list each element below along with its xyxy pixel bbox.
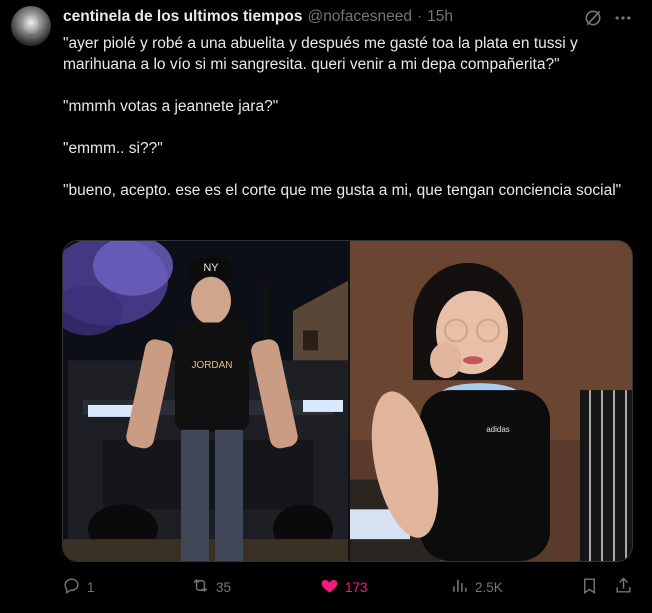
tweet-paragraph: "ayer piolé y robé a una abuelita y desp… xyxy=(63,35,578,73)
share-icon xyxy=(614,576,633,598)
like-button[interactable]: 173 xyxy=(320,575,368,599)
tweet-text: "ayer piolé y robé a una abuelita y desp… xyxy=(63,33,638,201)
tweet-paragraph: "emmm.. si??" xyxy=(63,140,163,157)
tweet-header: centinela de los ultimos tiempos @noface… xyxy=(63,7,453,27)
bookmark-button[interactable] xyxy=(580,575,599,599)
shirt-logo-text: adidas xyxy=(486,425,510,434)
separator-dot: · xyxy=(416,8,423,25)
like-count: 173 xyxy=(345,579,368,595)
avatar-face xyxy=(23,14,39,36)
reply-icon xyxy=(62,576,81,598)
reply-button[interactable]: 1 xyxy=(62,575,95,599)
retweet-count: 35 xyxy=(216,579,232,595)
reply-count: 1 xyxy=(87,579,95,595)
retweet-icon xyxy=(191,576,210,598)
retweet-button[interactable]: 35 xyxy=(191,575,231,599)
bookmark-icon xyxy=(580,576,599,598)
author-handle[interactable]: @nofacesneed xyxy=(307,8,412,26)
views-count: 2.5K xyxy=(475,579,503,595)
media-grid: NY JORDAN adidas xyxy=(62,240,633,562)
timestamp[interactable]: 15h xyxy=(427,8,453,26)
tweet[interactable]: centinela de los ultimos tiempos @noface… xyxy=(0,0,652,613)
action-bar: 1 35 173 2.5K xyxy=(62,575,638,599)
more-icon[interactable] xyxy=(612,8,634,28)
cap-logo-text: NY xyxy=(203,262,219,274)
tweet-paragraph: "mmmh votas a jeannete jara?" xyxy=(63,98,279,115)
views-icon xyxy=(450,576,469,598)
share-button[interactable] xyxy=(614,575,633,599)
photo-right[interactable]: adidas xyxy=(350,241,632,561)
grok-icon[interactable] xyxy=(583,8,603,28)
author-name[interactable]: centinela de los ultimos tiempos xyxy=(63,8,302,26)
avatar[interactable] xyxy=(11,6,51,46)
shirt-logo-text: JORDAN xyxy=(191,360,232,371)
photo-left[interactable]: NY JORDAN xyxy=(63,241,348,561)
views-button[interactable]: 2.5K xyxy=(450,575,503,599)
tweet-paragraph: "bueno, acepto. ese es el corte que me g… xyxy=(63,182,622,199)
heart-icon xyxy=(320,576,339,598)
